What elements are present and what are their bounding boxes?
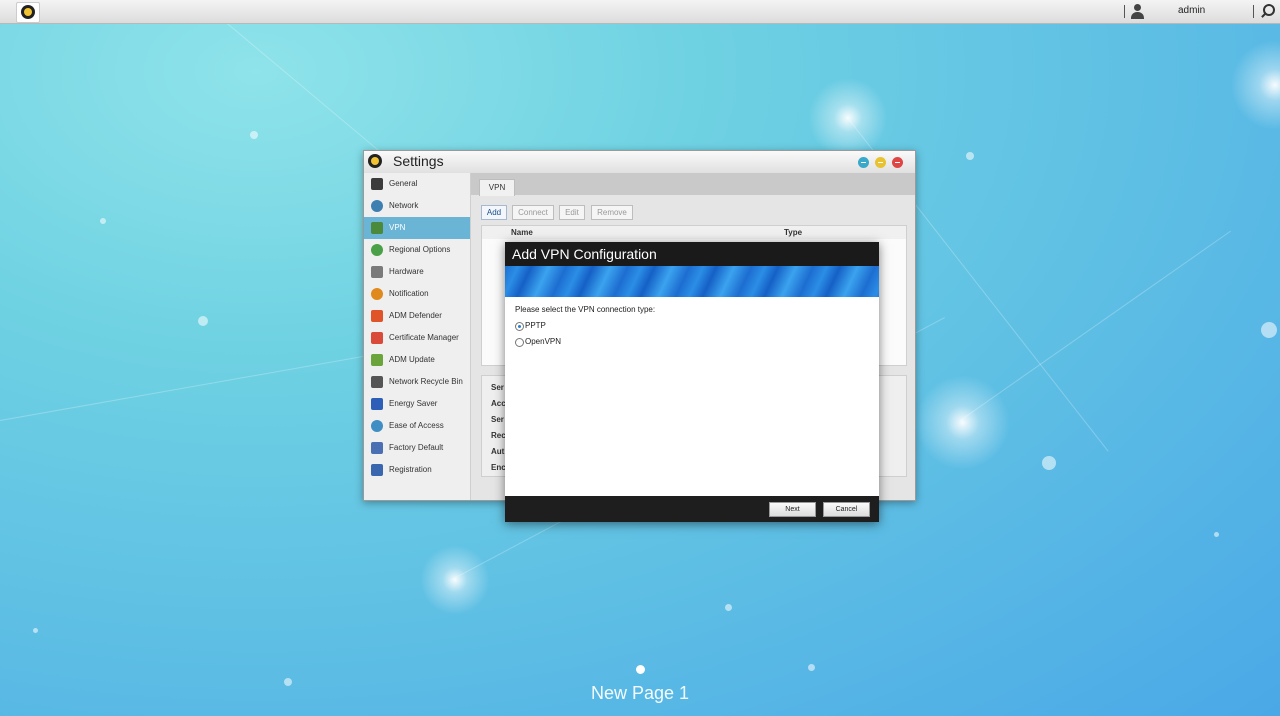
- settings-app-button[interactable]: [16, 2, 40, 23]
- sidebar-item-label: General: [389, 179, 418, 188]
- dialog-titlebar[interactable]: Add VPN Configuration: [505, 242, 879, 266]
- sidebar-item-label: Ease of Access: [389, 421, 444, 430]
- general-icon: [371, 178, 383, 190]
- info-label: Rec: [491, 431, 506, 440]
- arrow-up-icon: [371, 354, 383, 366]
- sidebar-item-label: Certificate Manager: [389, 333, 459, 342]
- sidebar-item-label: Energy Saver: [389, 399, 438, 408]
- sidebar-item-hardware[interactable]: Hardware: [364, 261, 470, 283]
- info-label: Ser: [491, 383, 504, 392]
- sidebar-item-label: Network: [389, 201, 419, 210]
- sidebar-item-label: ADM Update: [389, 355, 435, 364]
- globe-icon: [371, 244, 383, 256]
- table-header: Name Type: [481, 225, 907, 240]
- tab-bar: VPN: [471, 173, 915, 196]
- edit-button[interactable]: Edit: [559, 205, 585, 220]
- info-label: Acc: [491, 399, 506, 408]
- radio-button[interactable]: [515, 338, 524, 347]
- sidebar-item-label: Registration: [389, 465, 432, 474]
- undo-icon: [371, 442, 383, 454]
- sidebar-item-vpn[interactable]: VPN: [364, 217, 470, 239]
- dialog-banner: [505, 266, 879, 297]
- exclamation-icon: [371, 288, 383, 300]
- divider: [1253, 5, 1254, 18]
- dialog-title: Add VPN Configuration: [512, 246, 657, 262]
- sidebar-item-label: VPN: [389, 223, 406, 232]
- desktop-page-name: New Page 1: [590, 683, 690, 703]
- gear-icon: [368, 154, 382, 168]
- sidebar-item-energy-saver[interactable]: Energy Saver: [364, 393, 470, 415]
- radio-button[interactable]: [515, 322, 524, 331]
- sidebar-item-general[interactable]: General: [364, 173, 470, 195]
- dialog-footer: Next Cancel: [505, 496, 879, 522]
- settings-sidebar: General Network VPN Regional Options Har…: [364, 173, 471, 500]
- lightning-icon: [371, 398, 383, 410]
- gear-icon: [21, 5, 35, 19]
- search-icon[interactable]: [1260, 4, 1275, 19]
- sidebar-item-notification[interactable]: Notification: [364, 283, 470, 305]
- info-label: Enc: [491, 463, 506, 472]
- radio-label[interactable]: PPTP: [525, 321, 546, 330]
- add-button[interactable]: Add: [481, 205, 507, 220]
- add-vpn-dialog: Add VPN Configuration Please select the …: [505, 242, 879, 522]
- taskbar: admin: [0, 0, 1280, 24]
- info-label: Aut: [491, 447, 505, 456]
- sidebar-item-certificate-manager[interactable]: Certificate Manager: [364, 327, 470, 349]
- sidebar-item-label: Network Recycle Bin: [389, 377, 463, 386]
- wrench-icon: [371, 266, 383, 278]
- sidebar-item-ease-of-access[interactable]: Ease of Access: [364, 415, 470, 437]
- window-title: Settings: [393, 153, 444, 169]
- dialog-prompt: Please select the VPN connection type:: [515, 305, 656, 314]
- radio-label[interactable]: OpenVPN: [525, 337, 561, 346]
- username-label[interactable]: admin: [1178, 5, 1205, 16]
- sidebar-item-adm-defender[interactable]: ADM Defender: [364, 305, 470, 327]
- window-titlebar[interactable]: Settings: [364, 151, 915, 173]
- sidebar-item-label: Factory Default: [389, 443, 444, 452]
- divider: [1124, 5, 1125, 18]
- page-indicator[interactable]: [636, 665, 645, 674]
- help-icon[interactable]: [858, 157, 869, 168]
- registration-icon: [371, 464, 383, 476]
- sidebar-item-label: Notification: [389, 289, 429, 298]
- firewall-icon: [371, 310, 383, 322]
- connect-button[interactable]: Connect: [512, 205, 554, 220]
- column-header-type[interactable]: Type: [784, 228, 802, 237]
- sidebar-item-factory-default[interactable]: Factory Default: [364, 437, 470, 459]
- sidebar-item-label: Hardware: [389, 267, 424, 276]
- globe-icon: [371, 200, 383, 212]
- column-header-name[interactable]: Name: [511, 228, 533, 237]
- sidebar-item-registration[interactable]: Registration: [364, 459, 470, 481]
- next-button[interactable]: Next: [769, 502, 816, 517]
- vpn-icon: [371, 222, 383, 234]
- info-label: Ser: [491, 415, 504, 424]
- cloud-icon: [371, 420, 383, 432]
- user-icon[interactable]: [1130, 4, 1144, 19]
- trash-icon: [371, 376, 383, 388]
- certificate-icon: [371, 332, 383, 344]
- minimize-icon[interactable]: [875, 157, 886, 168]
- sidebar-item-regional-options[interactable]: Regional Options: [364, 239, 470, 261]
- sidebar-item-adm-update[interactable]: ADM Update: [364, 349, 470, 371]
- cancel-button[interactable]: Cancel: [823, 502, 870, 517]
- tab-vpn[interactable]: VPN: [479, 179, 515, 196]
- sidebar-item-label: ADM Defender: [389, 311, 442, 320]
- close-icon[interactable]: [892, 157, 903, 168]
- sidebar-item-label: Regional Options: [389, 245, 451, 254]
- remove-button[interactable]: Remove: [591, 205, 633, 220]
- sidebar-item-network[interactable]: Network: [364, 195, 470, 217]
- sidebar-item-network-recycle-bin[interactable]: Network Recycle Bin: [364, 371, 470, 393]
